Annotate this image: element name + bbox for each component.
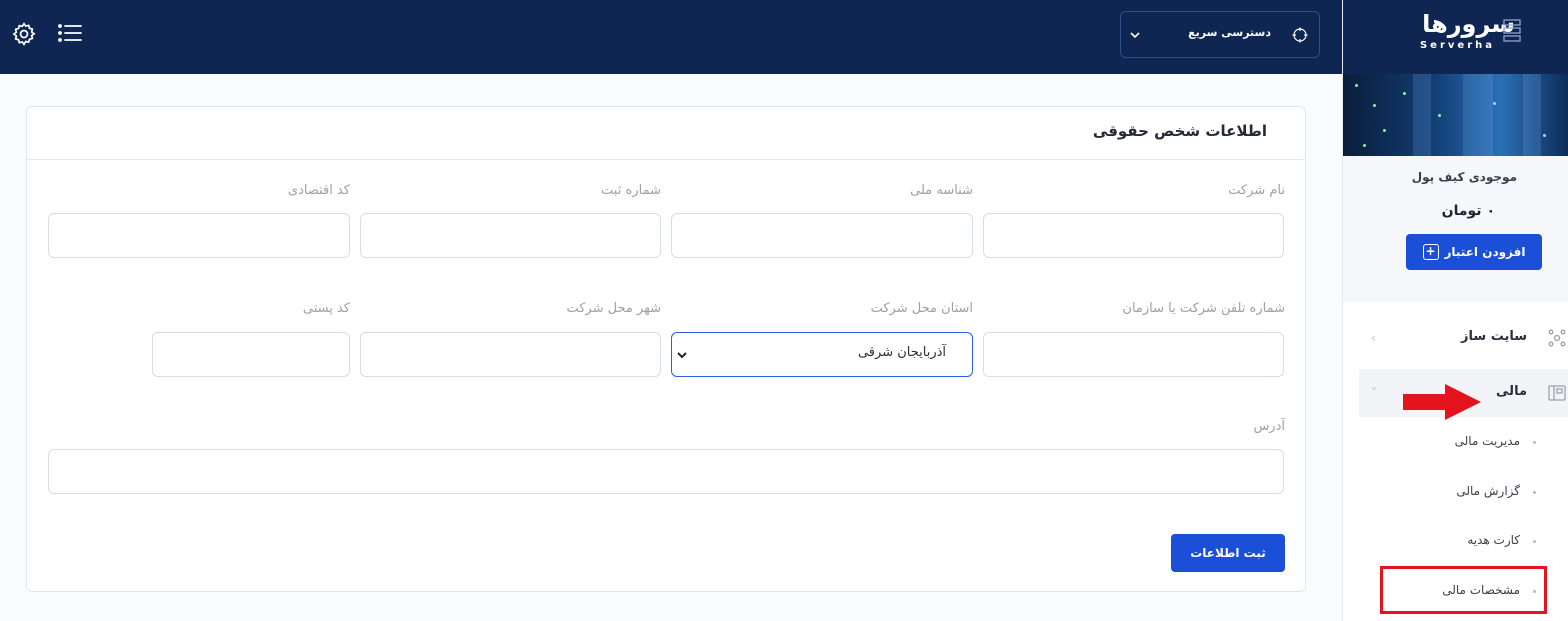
wallet-title: موجودی کیف پول	[1411, 170, 1517, 184]
company-name-input[interactable]	[983, 213, 1284, 258]
province-select[interactable]: آذربایجان شرقی	[671, 332, 973, 377]
chevron-down-icon	[677, 352, 687, 359]
sidebar-subitem-finance-report[interactable]: گزارش مالی	[1342, 478, 1568, 508]
sidebar-item-label: مالی	[1496, 384, 1527, 399]
sidebar-subitem-label: کارت هدیه	[1467, 533, 1520, 547]
economic-code-label: کد اقتصادی	[287, 183, 350, 198]
bullet-icon	[1533, 540, 1536, 543]
national-id-input[interactable]	[671, 213, 973, 258]
finance-icon	[1548, 385, 1566, 401]
quick-access-dropdown[interactable]: دسترسی سریع	[1120, 11, 1320, 58]
company-name-label: نام شرکت	[1228, 183, 1285, 198]
postal-code-input[interactable]	[152, 332, 350, 377]
bullet-icon	[1533, 491, 1536, 494]
wallet-amount: ۰ تومان	[1441, 203, 1495, 219]
submit-button[interactable]: ثبت اطلاعات	[1171, 534, 1285, 572]
registration-number-label: شماره ثبت	[601, 183, 661, 198]
server-icon	[1503, 19, 1521, 42]
site-builder-icon	[1548, 329, 1566, 347]
address-label: آدرس	[1253, 419, 1285, 434]
sidebar-subitem-label: گزارش مالی	[1456, 484, 1520, 498]
city-input[interactable]	[360, 332, 661, 377]
sidebar-subitem-gift-card[interactable]: کارت هدیه	[1342, 527, 1568, 557]
plus-icon: +	[1422, 244, 1439, 260]
sidebar-subitem-label: مدیریت مالی	[1454, 434, 1520, 448]
national-id-label: شناسه ملی	[910, 183, 973, 198]
highlight-box-annotation	[1380, 566, 1547, 614]
crosshair-icon	[1292, 27, 1308, 43]
add-credit-label: افزودن اعتبار	[1444, 245, 1526, 259]
page-title: اطلاعات شخص حقوقی	[1092, 122, 1267, 140]
red-arrow-annotation	[1403, 384, 1481, 420]
hamburger-menu-icon[interactable]	[57, 21, 83, 45]
province-label: استان محل شرکت	[870, 301, 973, 316]
province-selected-value: آذربایجان شرقی	[857, 345, 946, 360]
registration-number-input[interactable]	[360, 213, 661, 258]
quick-access-label: دسترسی سریع	[1188, 26, 1271, 39]
sidebar-subitem-finance-management[interactable]: مدیریت مالی	[1342, 428, 1568, 458]
city-label: شهر محل شرکت	[566, 301, 661, 316]
logo-subtitle: Serverha	[1419, 40, 1495, 51]
logo[interactable]: سرورها Serverha	[1343, 0, 1568, 74]
legal-entity-form-card: اطلاعات شخص حقوقی نام شرکت شناسه ملی شما…	[26, 106, 1306, 592]
add-credit-button[interactable]: افزودن اعتبار +	[1406, 234, 1542, 270]
top-bar: دسترسی سریع	[0, 0, 1342, 74]
chevron-down-icon	[1130, 32, 1140, 39]
banner-image	[1343, 74, 1568, 156]
sidebar-item-site-builder[interactable]: ‹ سایت ساز	[1343, 314, 1568, 362]
bullet-icon	[1533, 441, 1536, 444]
postal-code-label: کد پستی	[302, 301, 350, 316]
wallet-panel: موجودی کیف پول ۰ تومان افزودن اعتبار +	[1343, 156, 1568, 302]
phone-input[interactable]	[983, 332, 1284, 377]
phone-label: شماره تلفن شرکت یا سازمان	[1122, 301, 1285, 316]
address-input[interactable]	[48, 449, 1284, 494]
economic-code-input[interactable]	[48, 213, 350, 258]
card-header: اطلاعات شخص حقوقی	[27, 107, 1305, 160]
sidebar: سرورها Serverha موجودی کیف پول ۰ تومان ا…	[1342, 0, 1568, 621]
sidebar-item-label: سایت ساز	[1461, 329, 1527, 344]
gear-icon[interactable]	[11, 21, 37, 47]
chevron-down-icon: ˅	[1371, 386, 1377, 400]
chevron-left-icon: ‹	[1371, 331, 1376, 345]
